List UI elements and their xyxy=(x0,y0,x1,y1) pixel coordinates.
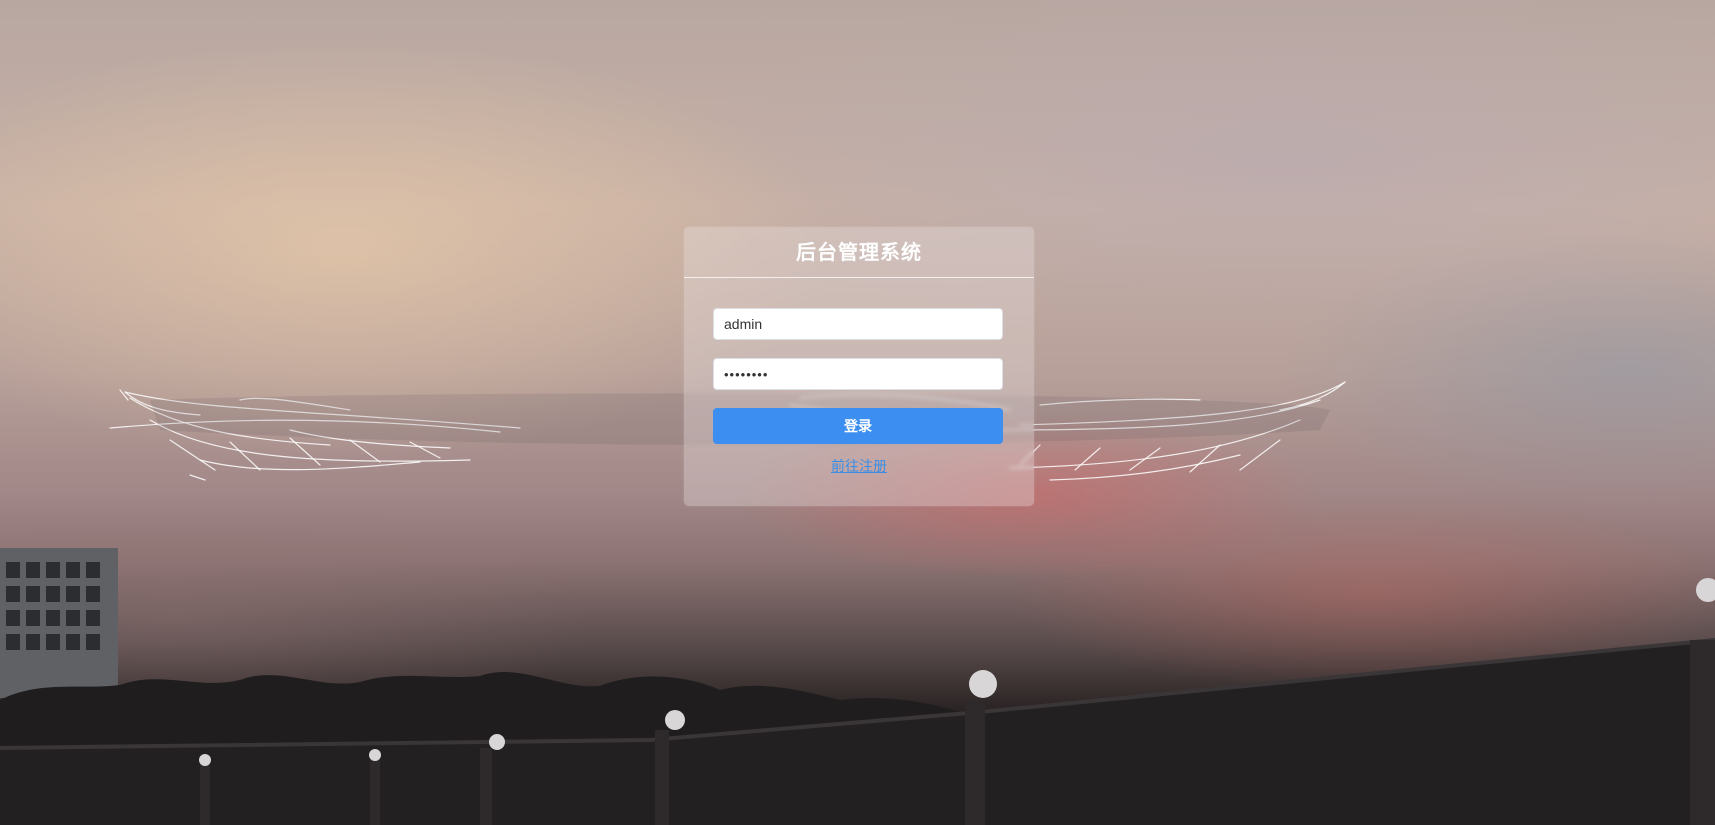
username-input[interactable] xyxy=(713,308,1003,340)
login-panel: 后台管理系统 登录 前往注册 xyxy=(684,227,1034,506)
password-input[interactable] xyxy=(713,358,1003,390)
register-link[interactable]: 前往注册 xyxy=(713,456,1005,476)
login-form: 登录 前往注册 xyxy=(684,278,1034,476)
login-button[interactable]: 登录 xyxy=(713,408,1003,444)
page-title: 后台管理系统 xyxy=(684,227,1034,278)
